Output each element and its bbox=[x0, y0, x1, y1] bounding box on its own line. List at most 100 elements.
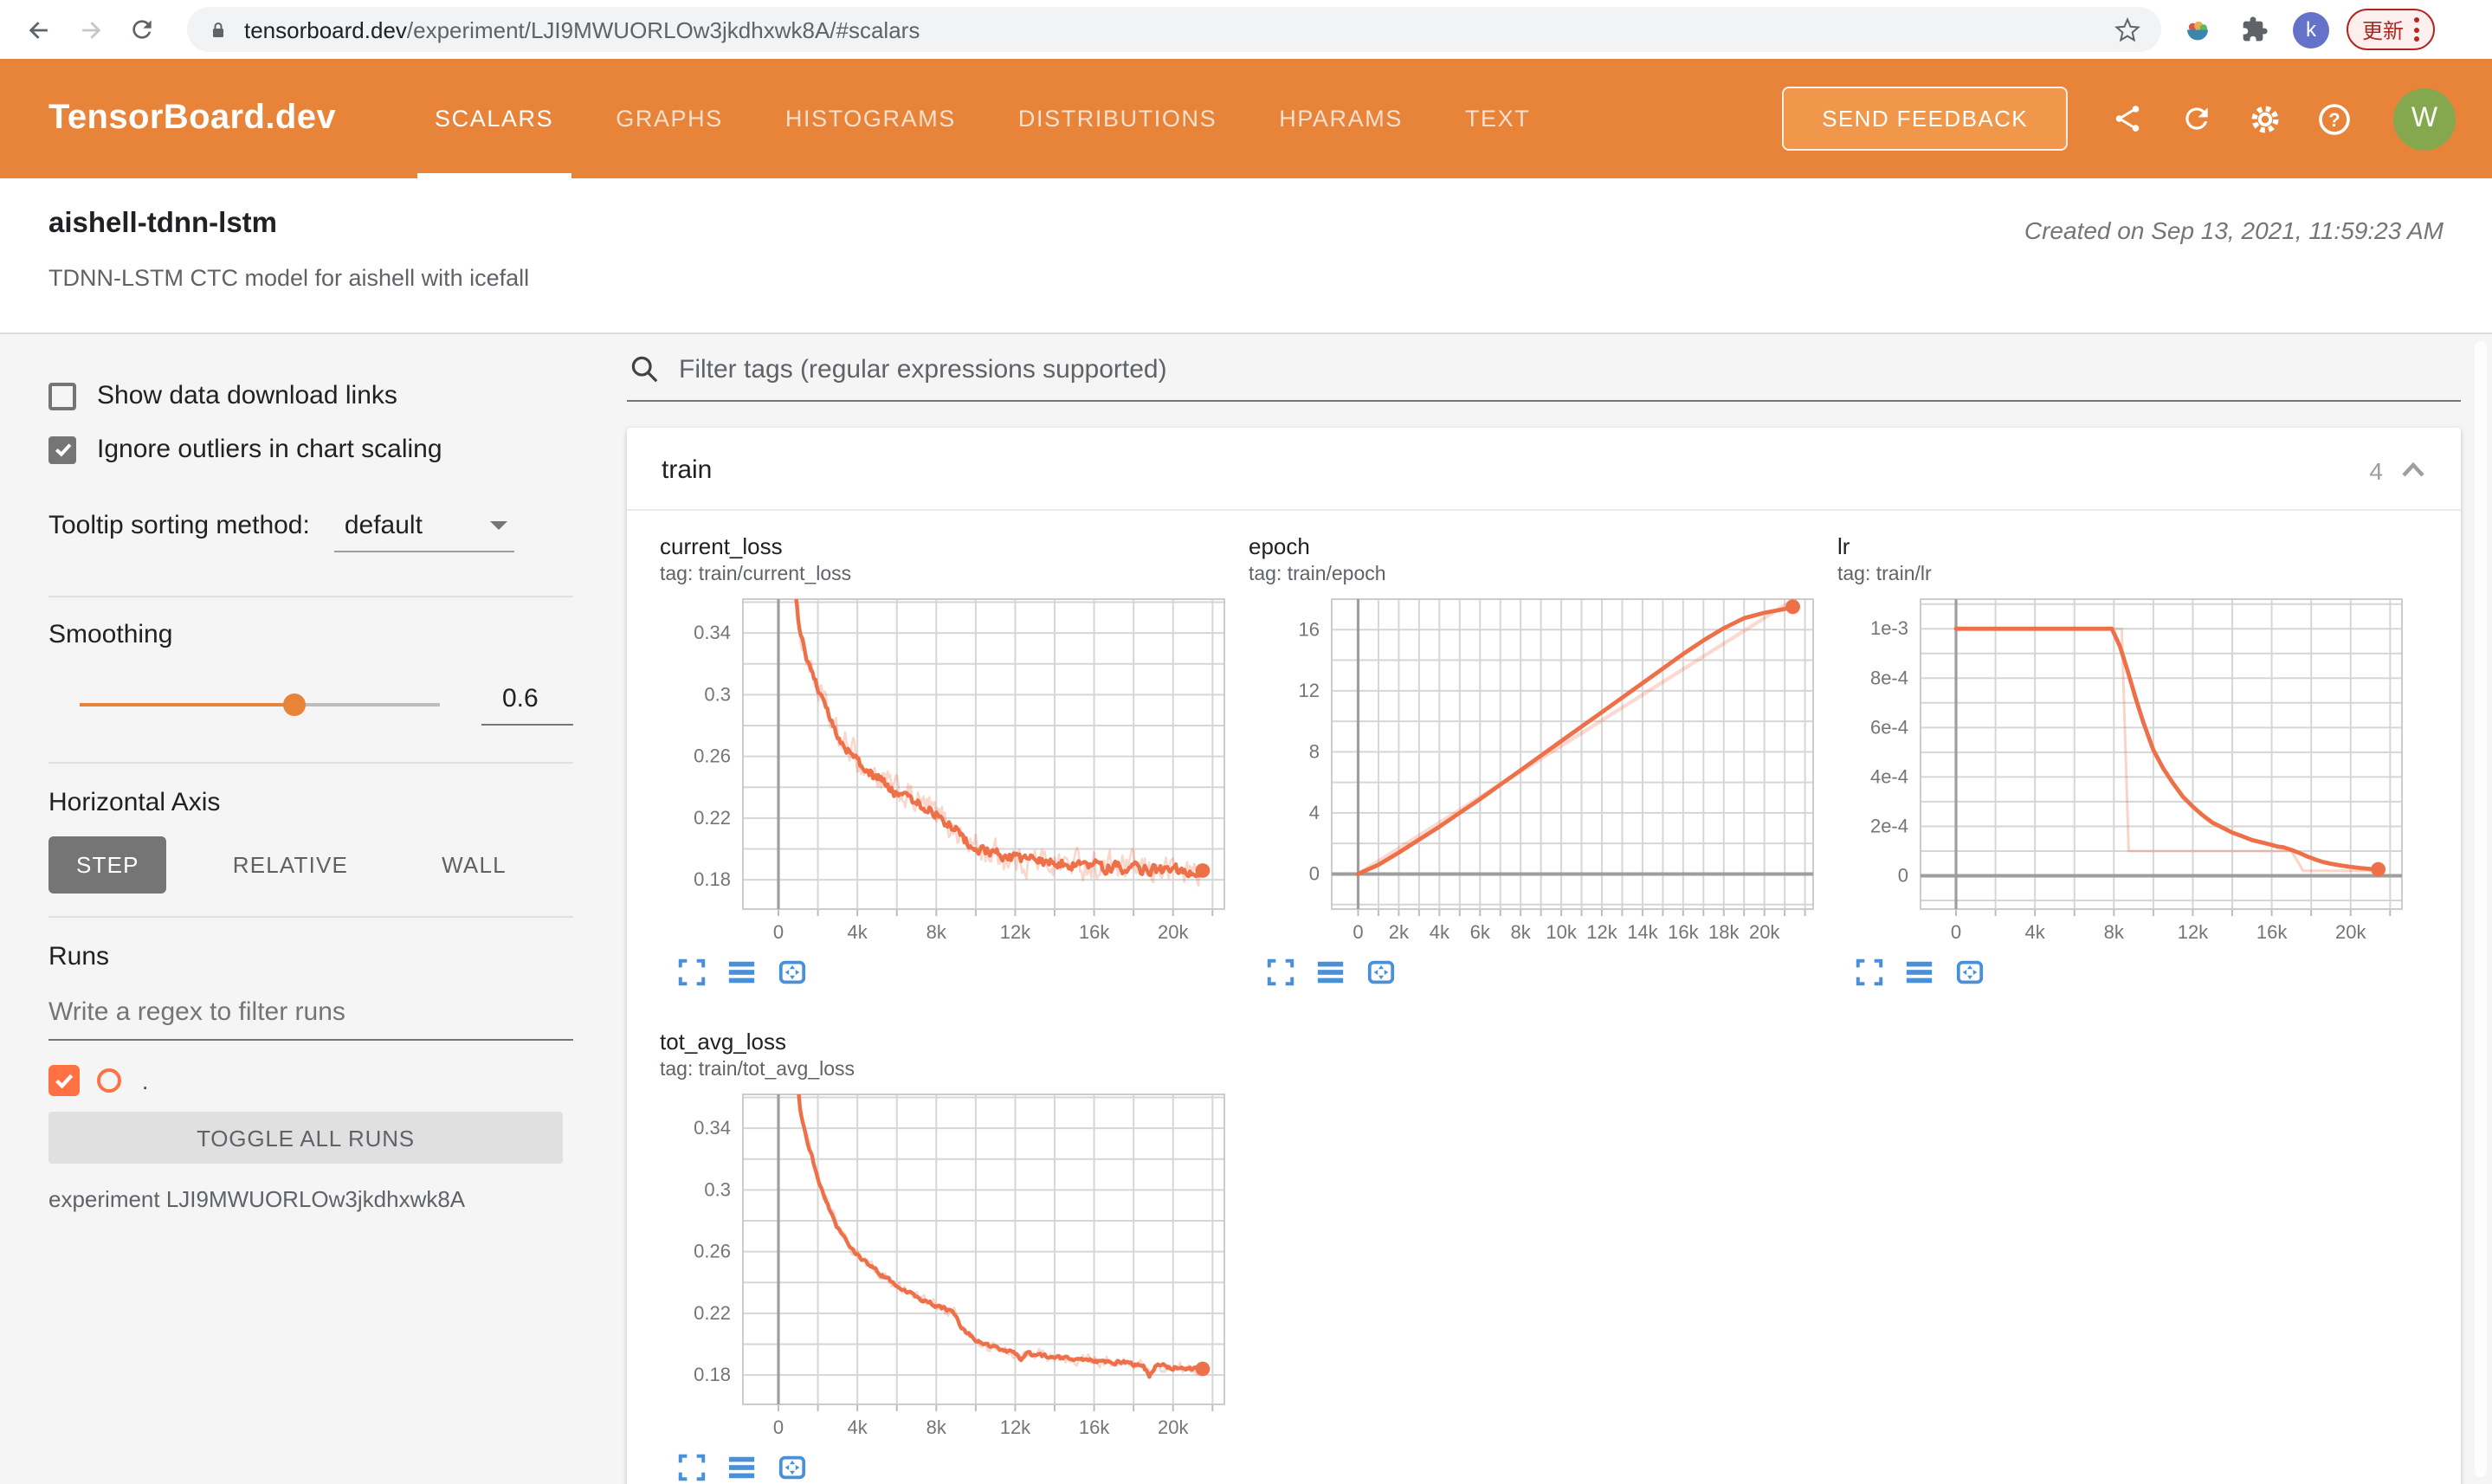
svg-text:8k: 8k bbox=[1511, 921, 1532, 943]
forward-icon bbox=[81, 21, 100, 38]
send-feedback-button[interactable]: SEND FEEDBACK bbox=[1782, 87, 2068, 151]
fit-domain-icon[interactable] bbox=[778, 1453, 807, 1482]
ignore-outliers-row[interactable]: Ignore outliers in chart scaling bbox=[48, 435, 573, 464]
fit-domain-icon[interactable] bbox=[1366, 958, 1396, 987]
lr-plot[interactable]: 0 4k 8k 12k 16k 20k 0 2e-4 4e-4 6e-4 8e-4 1e-3 bbox=[1837, 592, 2409, 947]
app-logo[interactable]: TensorBoard.dev bbox=[48, 99, 336, 139]
chart-actions bbox=[1249, 958, 1820, 987]
nav-tabs: SCALARS GRAPHS HISTOGRAMS DISTRIBUTIONS … bbox=[417, 59, 1547, 178]
svg-text:0.22: 0.22 bbox=[694, 1302, 731, 1324]
runs-filter-input[interactable]: Write a regex to filter runs bbox=[48, 997, 573, 1041]
show-download-row[interactable]: Show data download links bbox=[48, 381, 573, 410]
svg-text:8k: 8k bbox=[926, 1416, 947, 1438]
chart-title: epoch bbox=[1249, 533, 1310, 559]
back-button[interactable] bbox=[17, 9, 59, 50]
tab-hparams[interactable]: HPARAMS bbox=[1262, 59, 1420, 178]
chart-epoch: epoch tag: train/epoch 0 2k 4k 6k 8k 10k 12k 14… bbox=[1249, 533, 1820, 987]
expand-chart-icon[interactable] bbox=[1266, 958, 1295, 987]
svg-text:6k: 6k bbox=[1470, 921, 1491, 943]
experiment-created: Created on Sep 13, 2021, 11:59:23 AM bbox=[2024, 216, 2444, 244]
toggle-y-axis-icon[interactable] bbox=[1316, 958, 1346, 987]
show-download-checkbox[interactable] bbox=[48, 382, 76, 410]
gear-icon bbox=[2251, 105, 2279, 132]
svg-text:12: 12 bbox=[1299, 680, 1320, 701]
section-count: 4 bbox=[2369, 456, 2383, 484]
expand-chart-icon[interactable] bbox=[1855, 958, 1884, 987]
smoothing-value-field[interactable]: 0.6 bbox=[481, 684, 573, 726]
sidebar-general-section: Show data download links Ignore outliers… bbox=[48, 334, 573, 597]
svg-text:8e-4: 8e-4 bbox=[1870, 667, 1908, 688]
tab-distributions[interactable]: DISTRIBUTIONS bbox=[1001, 59, 1234, 178]
user-avatar[interactable]: W bbox=[2393, 87, 2456, 150]
url-path: /experiment/LJI9MWUORLOw3jkdhxwk8A/#scal… bbox=[406, 16, 920, 42]
chart-lr: lr tag: train/lr 0 4k 8k 12k 16k 20k 0 2e-4 4e-4… bbox=[1837, 533, 2409, 987]
reload-button[interactable] bbox=[121, 9, 163, 50]
toggle-y-axis-icon[interactable] bbox=[1905, 958, 1934, 987]
tab-scalars[interactable]: SCALARS bbox=[417, 59, 571, 178]
experiment-description: TDNN-LSTM CTC model for aishell with ice… bbox=[48, 265, 530, 291]
axis-toggle-group: STEP RELATIVE WALL bbox=[48, 836, 573, 894]
main-content: Filter tags (regular expressions support… bbox=[603, 334, 2492, 1484]
axis-relative-button[interactable]: RELATIVE bbox=[205, 836, 376, 894]
toggle-y-axis-icon[interactable] bbox=[727, 1453, 757, 1482]
train-section-header[interactable]: train 4 bbox=[627, 428, 2461, 511]
show-download-label: Show data download links bbox=[97, 381, 397, 410]
refresh-icon bbox=[2185, 107, 2207, 130]
back-icon bbox=[28, 21, 47, 38]
filter-tags-input[interactable]: Filter tags (regular expressions support… bbox=[627, 334, 2461, 402]
fruit-bowl-icon bbox=[2187, 21, 2208, 41]
share-button[interactable] bbox=[2106, 98, 2147, 139]
address-bar[interactable]: tensorboard.dev/experiment/LJI9MWUORLOw3… bbox=[187, 7, 2161, 52]
toggle-all-runs-button[interactable]: TOGGLE ALL RUNS bbox=[48, 1112, 563, 1164]
scrollbar[interactable] bbox=[2475, 341, 2487, 1477]
ignore-outliers-checkbox[interactable] bbox=[48, 436, 76, 463]
svg-text:0.34: 0.34 bbox=[694, 1117, 731, 1139]
epoch-plot[interactable]: 0 2k 4k 6k 8k 10k 12k 14k 16k 18k 20k 0 4 8 12 16 bbox=[1249, 592, 1820, 947]
expand-chart-icon[interactable] bbox=[677, 1453, 707, 1482]
tab-histograms[interactable]: HISTOGRAMS bbox=[768, 59, 973, 178]
update-label: 更新 bbox=[2362, 18, 2405, 42]
refresh-button[interactable] bbox=[2175, 98, 2217, 139]
svg-text:10k: 10k bbox=[1546, 921, 1577, 943]
current-loss-plot[interactable]: 0 4k 8k 12k 16k 20k 0.18 0.22 0.26 0.3 0.34 bbox=[660, 592, 1231, 947]
tot-avg-loss-plot[interactable]: 0 4k 8k 12k 16k 20k 0.18 0.22 0.26 0.3 0.34 bbox=[660, 1087, 1231, 1442]
toggle-y-axis-icon[interactable] bbox=[727, 958, 757, 987]
update-button[interactable]: 更新 bbox=[2347, 9, 2436, 50]
extension-bowl-button[interactable] bbox=[2177, 9, 2218, 50]
axis-wall-button[interactable]: WALL bbox=[414, 836, 534, 894]
section-title: train bbox=[662, 455, 713, 485]
axis-step-button[interactable]: STEP bbox=[48, 836, 167, 894]
fit-domain-icon[interactable] bbox=[1955, 958, 1985, 987]
slider-thumb[interactable] bbox=[282, 694, 306, 716]
run-checkbox[interactable] bbox=[48, 1065, 80, 1096]
svg-text:20k: 20k bbox=[1158, 1416, 1189, 1438]
bookmark-button[interactable] bbox=[2114, 16, 2140, 42]
check-icon bbox=[54, 443, 71, 457]
expand-chart-icon[interactable] bbox=[677, 958, 707, 987]
settings-button[interactable] bbox=[2244, 98, 2286, 139]
runs-label: Runs bbox=[48, 942, 110, 971]
tab-text[interactable]: TEXT bbox=[1448, 59, 1547, 178]
extensions-button[interactable] bbox=[2234, 9, 2276, 50]
run-color-swatch[interactable] bbox=[97, 1068, 121, 1093]
svg-text:0: 0 bbox=[773, 921, 784, 943]
svg-text:4e-4: 4e-4 bbox=[1870, 765, 1908, 787]
smoothing-slider[interactable] bbox=[80, 694, 440, 716]
tab-graphs[interactable]: GRAPHS bbox=[598, 59, 740, 178]
chart-tag: tag: train/current_loss bbox=[660, 565, 852, 585]
svg-text:4k: 4k bbox=[848, 1416, 868, 1438]
svg-text:18k: 18k bbox=[1708, 921, 1740, 943]
share-icon bbox=[2114, 106, 2139, 132]
reload-icon bbox=[132, 20, 152, 39]
experiment-title: aishell-tdnn-lstm bbox=[48, 208, 278, 239]
fit-domain-icon[interactable] bbox=[778, 958, 807, 987]
forward-button[interactable] bbox=[69, 9, 111, 50]
tooltip-sorting-select[interactable]: default bbox=[333, 511, 514, 552]
help-button[interactable]: ? bbox=[2314, 98, 2355, 139]
collapse-button[interactable] bbox=[2400, 461, 2426, 480]
experiment-header: aishell-tdnn-lstm TDNN-LSTM CTC model fo… bbox=[0, 178, 2492, 334]
svg-text:8k: 8k bbox=[2104, 921, 2125, 943]
app-root: tensorboard.dev/experiment/LJI9MWUORLOw3… bbox=[0, 0, 2492, 1484]
chrome-profile-avatar[interactable]: k bbox=[2293, 11, 2329, 48]
tooltip-sorting-label: Tooltip sorting method: bbox=[48, 511, 310, 540]
